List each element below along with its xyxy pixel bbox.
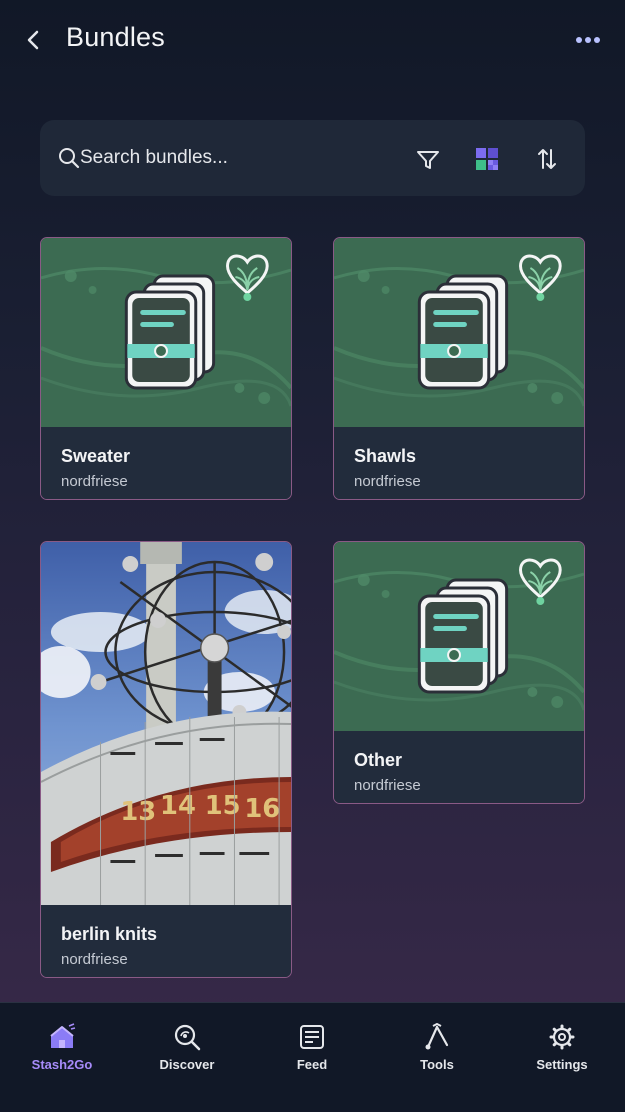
search-icon — [59, 148, 80, 169]
bundle-title: berlin knits — [61, 924, 158, 944]
bundle-card-sweater[interactable]: Sweater nordfriese — [40, 237, 292, 500]
nav-label: Tools — [420, 1057, 454, 1072]
bundle-card-other[interactable]: Other nordfriese — [333, 541, 585, 804]
more-dot-icon — [594, 37, 600, 43]
more-dot-icon — [585, 37, 591, 43]
bundle-owner: nordfriese — [61, 473, 128, 490]
svg-text:16: 16 — [244, 794, 280, 824]
more-options-button[interactable] — [573, 28, 603, 52]
card-info: Shawls nordfriese — [334, 427, 584, 499]
feed-icon — [300, 1025, 324, 1049]
nav-item-feed[interactable]: Feed — [262, 1023, 362, 1083]
gear-icon — [549, 1024, 575, 1050]
card-info: Sweater nordfriese — [41, 427, 291, 499]
nav-item-stash2go[interactable]: Stash2Go — [12, 1023, 112, 1083]
svg-text:15: 15 — [205, 791, 241, 821]
bundle-owner: nordfriese — [354, 777, 421, 794]
tools-icon — [425, 1023, 449, 1050]
bundle-title: Other — [354, 750, 403, 770]
nav-label: Feed — [296, 1057, 328, 1072]
nav-item-discover[interactable]: Discover — [137, 1023, 237, 1083]
discover-icon — [174, 1024, 201, 1051]
card-info: Other nordfriese — [334, 731, 584, 803]
bundle-title: Sweater — [61, 446, 131, 466]
card-info: berlin knits nordfriese — [41, 905, 291, 977]
sort-icon[interactable] — [534, 146, 560, 172]
house-icon — [50, 1023, 76, 1048]
search-bar — [40, 120, 585, 196]
svg-text:14: 14 — [160, 791, 196, 821]
nav-item-tools[interactable]: Tools — [387, 1023, 487, 1083]
bundle-placeholder-icon — [334, 238, 584, 428]
nav-label: Settings — [536, 1057, 588, 1072]
chevron-left-icon — [27, 30, 39, 50]
more-dot-icon — [576, 37, 582, 43]
bundle-placeholder-icon — [334, 542, 584, 732]
bundle-owner: nordfriese — [61, 951, 128, 968]
bottom-navigation: Stash2Go Discover Feed Tools Settings — [0, 1002, 625, 1112]
bundle-card-berlin-knits[interactable]: 13 14 15 16 berlin knits nordfriese — [40, 541, 292, 978]
nav-item-settings[interactable]: Settings — [512, 1023, 612, 1083]
filter-icon[interactable] — [414, 146, 442, 172]
app-header: Bundles — [0, 0, 625, 80]
bundle-title: Shawls — [354, 446, 417, 466]
back-button[interactable] — [18, 24, 50, 56]
nav-label: Stash2Go — [31, 1057, 93, 1072]
svg-text:13: 13 — [120, 797, 156, 827]
search-input[interactable] — [80, 142, 410, 174]
nav-label: Discover — [159, 1057, 215, 1072]
bundle-photo-world-clock: 13 14 15 16 — [41, 542, 291, 906]
page-title: Bundles — [66, 22, 165, 52]
bundle-owner: nordfriese — [354, 473, 421, 490]
bundle-card-shawls[interactable]: Shawls nordfriese — [333, 237, 585, 500]
grid-view-icon[interactable] — [474, 146, 500, 172]
bundle-placeholder-icon — [41, 238, 291, 428]
